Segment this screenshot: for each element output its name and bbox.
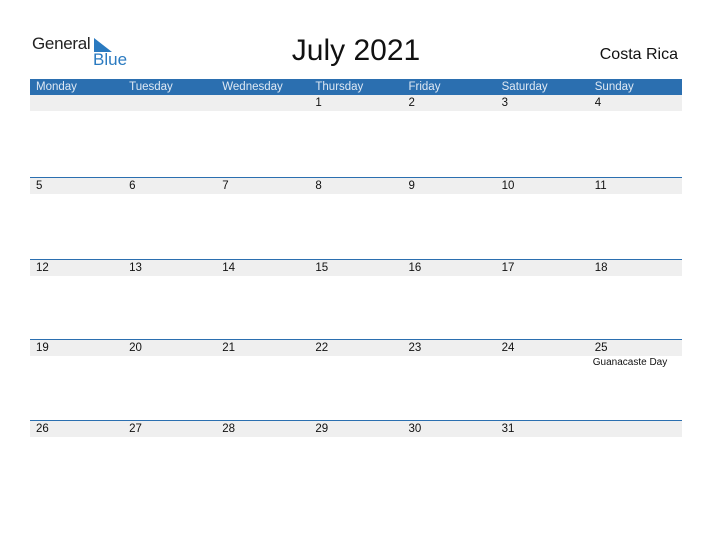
holiday-label [309, 276, 402, 277]
weekday-wednesday: Wednesday [222, 81, 283, 93]
week-row: 5 6 7 8 9 10 11 [30, 177, 682, 195]
holiday-label [496, 194, 589, 195]
holiday-label [589, 111, 682, 112]
day-number: 2 [408, 97, 415, 109]
day-number: 6 [129, 180, 136, 192]
day-number: 7 [222, 180, 229, 192]
holiday-label [589, 194, 682, 195]
day-number: 19 [36, 342, 49, 354]
holiday-label: Guanacaste Day [592, 357, 668, 368]
events-row [30, 276, 682, 277]
weekday-header: Monday Tuesday Wednesday Thursday Friday… [30, 79, 682, 95]
day-number: 8 [315, 180, 322, 192]
day-number [30, 95, 123, 111]
holiday-label [496, 437, 589, 438]
holiday-label [309, 111, 402, 112]
day-number: 29 [315, 423, 329, 435]
holiday-label [216, 437, 309, 438]
weekday-thursday: Thursday [315, 81, 364, 93]
date-strip: 1 2 3 4 [30, 95, 682, 111]
date-strip: 5 6 7 8 9 10 11 [30, 178, 682, 194]
day-number: 20 [129, 342, 142, 354]
holiday-label [30, 276, 123, 277]
holiday-label [403, 111, 496, 112]
day-number: 11 [594, 180, 607, 192]
events-row [30, 437, 682, 438]
holiday-label [309, 194, 402, 195]
weekday-friday: Friday [408, 81, 441, 93]
week-row: 26 27 28 29 30 31 [30, 420, 682, 438]
holiday-label [403, 276, 496, 277]
day-number: 13 [129, 262, 142, 274]
holiday-label [309, 437, 402, 438]
day-number: 23 [408, 342, 422, 354]
day-number: 28 [222, 423, 236, 435]
day-number: 4 [594, 97, 602, 109]
day-number: 16 [408, 262, 422, 274]
country-label: Costa Rica [599, 46, 678, 63]
holiday-label [216, 276, 309, 277]
day-number: 18 [594, 262, 608, 274]
events-row [30, 111, 682, 112]
holiday-label [496, 111, 589, 112]
day-number: 9 [408, 180, 415, 192]
holiday-label [216, 194, 309, 195]
day-number [123, 95, 216, 111]
events-row [30, 194, 682, 195]
day-number: 30 [408, 423, 422, 435]
holiday-label [496, 276, 589, 277]
day-number: 25 [594, 342, 608, 354]
date-strip: 19 20 21 22 23 24 25 [30, 340, 682, 356]
day-number: 27 [129, 423, 142, 435]
day-number: 3 [501, 97, 509, 109]
day-number: 17 [501, 262, 515, 274]
holiday-label [123, 356, 216, 368]
week-row: 1 2 3 4 [30, 95, 682, 112]
holiday-label [589, 276, 682, 277]
day-number: 14 [222, 262, 236, 274]
holiday-label [309, 356, 402, 368]
day-number: 1 [315, 97, 322, 109]
day-number: 22 [315, 342, 329, 354]
day-number: 24 [501, 342, 515, 354]
day-number: 26 [36, 423, 49, 435]
day-number [589, 421, 682, 437]
day-number: 5 [36, 180, 43, 192]
date-strip: 12 13 14 15 16 17 18 [30, 260, 682, 276]
date-strip: 26 27 28 29 30 31 [30, 421, 682, 437]
holiday-label [30, 437, 123, 438]
holiday-label [403, 437, 496, 438]
week-row: 19 20 21 22 23 24 25 Guanacaste Day [30, 339, 682, 368]
holiday-label [403, 356, 496, 368]
weekday-sunday: Sunday [594, 81, 634, 93]
holiday-label [403, 194, 496, 195]
holiday-label [30, 356, 123, 368]
holiday-label [30, 111, 123, 112]
holiday-label [123, 194, 216, 195]
day-number: 10 [501, 180, 515, 192]
holiday-label [30, 194, 123, 195]
holiday-label [216, 111, 309, 112]
weekday-saturday: Saturday [501, 81, 548, 93]
holiday-label [123, 437, 216, 438]
day-number: 31 [501, 423, 515, 435]
day-number: 21 [222, 342, 236, 354]
weekday-tuesday: Tuesday [129, 81, 173, 93]
day-number [216, 95, 309, 111]
holiday-label [216, 356, 309, 368]
weekday-monday: Monday [36, 81, 77, 93]
holiday-label [123, 111, 216, 112]
day-number: 12 [36, 262, 49, 274]
holiday-label [589, 437, 682, 438]
week-row: 12 13 14 15 16 17 18 [30, 259, 682, 277]
holiday-label [496, 356, 589, 368]
day-number: 15 [315, 262, 329, 274]
events-row: Guanacaste Day [30, 356, 682, 368]
holiday-label [123, 276, 216, 277]
